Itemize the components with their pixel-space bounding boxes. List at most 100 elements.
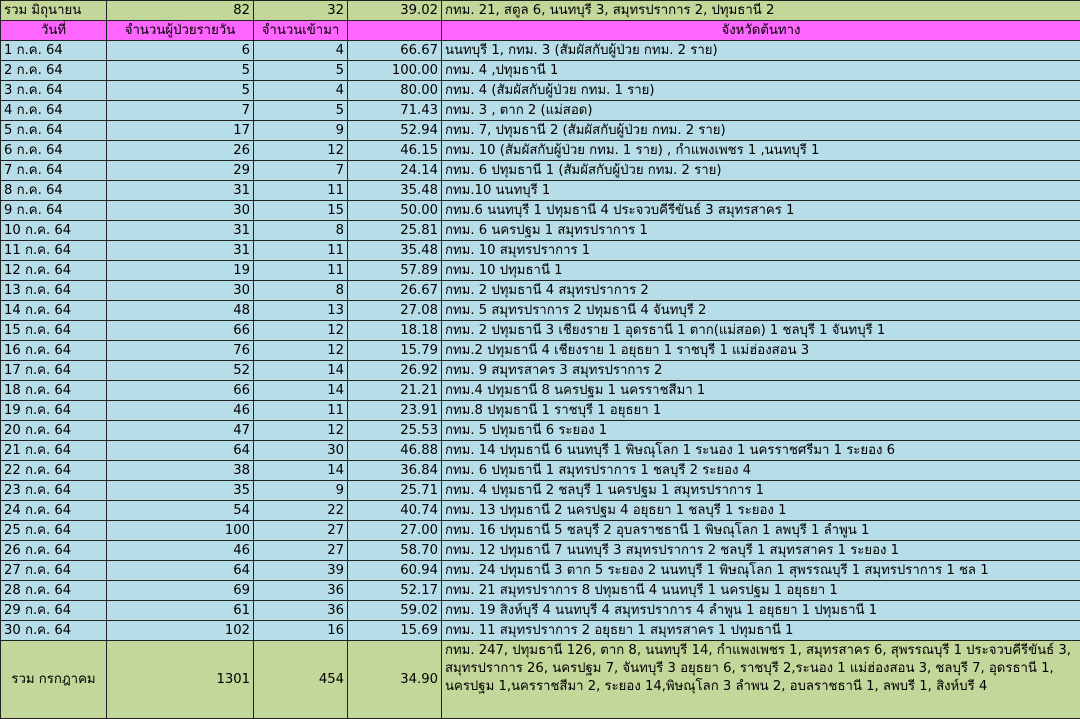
date-cell[interactable]: 25 ก.ค. 64 (1, 521, 107, 541)
admitted-cell[interactable]: 30 (254, 441, 348, 461)
date-cell[interactable]: 2 ก.ค. 64 (1, 61, 107, 81)
patients-cell[interactable]: 47 (107, 421, 254, 441)
percent-cell[interactable]: 100.00 (348, 61, 442, 81)
date-cell[interactable]: 24 ก.ค. 64 (1, 501, 107, 521)
admitted-cell[interactable]: 15 (254, 201, 348, 221)
patients-cell[interactable]: 7 (107, 101, 254, 121)
patients-cell[interactable]: 102 (107, 621, 254, 641)
patients-cell[interactable]: 66 (107, 381, 254, 401)
provinces-cell[interactable]: กทม.2 ปทุมธานี 4 เชียงราย 1 อยุธยา 1 ราช… (442, 341, 1080, 361)
percent-cell[interactable]: 52.94 (348, 121, 442, 141)
patients-cell[interactable]: 54 (107, 501, 254, 521)
patients-cell[interactable]: 19 (107, 261, 254, 281)
provinces-cell[interactable]: กทม. 10 ปทุมธานี 1 (442, 261, 1080, 281)
provinces-cell[interactable]: กทม. 5 สมุทรปราการ 2 ปทุมธานี 4 จันทบุรี… (442, 301, 1080, 321)
patients-cell[interactable]: 5 (107, 81, 254, 101)
patients-cell[interactable]: 64 (107, 441, 254, 461)
header-admitted[interactable]: จำนวนเข้ามา (254, 21, 348, 41)
percent-cell[interactable]: 71.43 (348, 101, 442, 121)
admitted-cell[interactable]: 8 (254, 221, 348, 241)
june-summary-provinces[interactable]: กทม. 21, สตูล 6, นนทบุรี 3, สมุทรปราการ … (442, 1, 1080, 21)
date-cell[interactable]: 12 ก.ค. 64 (1, 261, 107, 281)
admitted-cell[interactable]: 36 (254, 601, 348, 621)
percent-cell[interactable]: 50.00 (348, 201, 442, 221)
date-cell[interactable]: 16 ก.ค. 64 (1, 341, 107, 361)
admitted-cell[interactable]: 11 (254, 181, 348, 201)
admitted-cell[interactable]: 22 (254, 501, 348, 521)
percent-cell[interactable]: 46.88 (348, 441, 442, 461)
admitted-cell[interactable]: 27 (254, 541, 348, 561)
date-cell[interactable]: 30 ก.ค. 64 (1, 621, 107, 641)
provinces-cell[interactable]: กทม.10 นนทบุรี 1 (442, 181, 1080, 201)
percent-cell[interactable]: 36.84 (348, 461, 442, 481)
percent-cell[interactable]: 60.94 (348, 561, 442, 581)
date-cell[interactable]: 22 ก.ค. 64 (1, 461, 107, 481)
admitted-cell[interactable]: 14 (254, 461, 348, 481)
admitted-cell[interactable]: 9 (254, 121, 348, 141)
percent-cell[interactable]: 21.21 (348, 381, 442, 401)
date-cell[interactable]: 9 ก.ค. 64 (1, 201, 107, 221)
percent-cell[interactable]: 58.70 (348, 541, 442, 561)
date-cell[interactable]: 14 ก.ค. 64 (1, 301, 107, 321)
provinces-cell[interactable]: กทม. 2 ปทุมธานี 3 เชียงราย 1 อุดรธานี 1 … (442, 321, 1080, 341)
admitted-cell[interactable]: 16 (254, 621, 348, 641)
june-summary-percent[interactable]: 39.02 (348, 1, 442, 21)
date-cell[interactable]: 26 ก.ค. 64 (1, 541, 107, 561)
june-summary-admitted[interactable]: 32 (254, 1, 348, 21)
percent-cell[interactable]: 18.18 (348, 321, 442, 341)
provinces-cell[interactable]: นนทบุรี 1, กทม. 3 (สัมผัสกับผู้ป่วย กทม.… (442, 41, 1080, 61)
provinces-cell[interactable]: กทม. 6 นครปฐม 1 สมุทรปราการ 1 (442, 221, 1080, 241)
provinces-cell[interactable]: กทม. 10 สมุทรปราการ 1 (442, 241, 1080, 261)
date-cell[interactable]: 7 ก.ค. 64 (1, 161, 107, 181)
date-cell[interactable]: 21 ก.ค. 64 (1, 441, 107, 461)
provinces-cell[interactable]: กทม. 16 ปทุมธานี 5 ชลบุรี 2 อุบลราชธานี … (442, 521, 1080, 541)
admitted-cell[interactable]: 14 (254, 381, 348, 401)
header-provinces[interactable]: จังหวัดต้นทาง (442, 21, 1080, 41)
admitted-cell[interactable]: 11 (254, 261, 348, 281)
percent-cell[interactable]: 80.00 (348, 81, 442, 101)
admitted-cell[interactable]: 12 (254, 341, 348, 361)
patients-cell[interactable]: 31 (107, 181, 254, 201)
percent-cell[interactable]: 35.48 (348, 241, 442, 261)
july-summary-label[interactable]: รวม กรกฎาคม (1, 641, 107, 719)
provinces-cell[interactable]: กทม. 7, ปทุมธานี 2 (สัมผัสกับผู้ป่วย กทม… (442, 121, 1080, 141)
patients-cell[interactable]: 6 (107, 41, 254, 61)
provinces-cell[interactable]: กทม.4 ปทุมธานี 8 นครปฐม 1 นครราชสีมา 1 (442, 381, 1080, 401)
admitted-cell[interactable]: 7 (254, 161, 348, 181)
date-cell[interactable]: 8 ก.ค. 64 (1, 181, 107, 201)
admitted-cell[interactable]: 11 (254, 401, 348, 421)
patients-cell[interactable]: 100 (107, 521, 254, 541)
admitted-cell[interactable]: 11 (254, 241, 348, 261)
provinces-cell[interactable]: กทม. 4 (สัมผัสกับผู้ป่วย กทม. 1 ราย) (442, 81, 1080, 101)
date-cell[interactable]: 3 ก.ค. 64 (1, 81, 107, 101)
percent-cell[interactable]: 15.79 (348, 341, 442, 361)
patients-cell[interactable]: 31 (107, 221, 254, 241)
patients-cell[interactable]: 46 (107, 541, 254, 561)
header-patients[interactable]: จำนวนผู้ป่วยรายวัน (107, 21, 254, 41)
patients-cell[interactable]: 26 (107, 141, 254, 161)
patients-cell[interactable]: 30 (107, 281, 254, 301)
admitted-cell[interactable]: 12 (254, 321, 348, 341)
date-cell[interactable]: 17 ก.ค. 64 (1, 361, 107, 381)
provinces-cell[interactable]: กทม. 12 ปทุมธานี 7 นนทบุรี 3 สมุทรปราการ… (442, 541, 1080, 561)
patients-cell[interactable]: 64 (107, 561, 254, 581)
date-cell[interactable]: 1 ก.ค. 64 (1, 41, 107, 61)
provinces-cell[interactable]: กทม. 9 สมุทรสาคร 3 สมุทรปราการ 2 (442, 361, 1080, 381)
percent-cell[interactable]: 59.02 (348, 601, 442, 621)
admitted-cell[interactable]: 12 (254, 141, 348, 161)
patients-cell[interactable]: 30 (107, 201, 254, 221)
patients-cell[interactable]: 17 (107, 121, 254, 141)
patients-cell[interactable]: 61 (107, 601, 254, 621)
date-cell[interactable]: 18 ก.ค. 64 (1, 381, 107, 401)
date-cell[interactable]: 10 ก.ค. 64 (1, 221, 107, 241)
provinces-cell[interactable]: กทม. 11 สมุทรปราการ 2 อยุธยา 1 สมุทรสาคร… (442, 621, 1080, 641)
patients-cell[interactable]: 35 (107, 481, 254, 501)
july-summary-percent[interactable]: 34.90 (348, 641, 442, 719)
date-cell[interactable]: 5 ก.ค. 64 (1, 121, 107, 141)
percent-cell[interactable]: 46.15 (348, 141, 442, 161)
percent-cell[interactable]: 66.67 (348, 41, 442, 61)
provinces-cell[interactable]: กทม. 3 , ตาก 2 (แม่สอด) (442, 101, 1080, 121)
admitted-cell[interactable]: 14 (254, 361, 348, 381)
patients-cell[interactable]: 69 (107, 581, 254, 601)
date-cell[interactable]: 27 ก.ค. 64 (1, 561, 107, 581)
